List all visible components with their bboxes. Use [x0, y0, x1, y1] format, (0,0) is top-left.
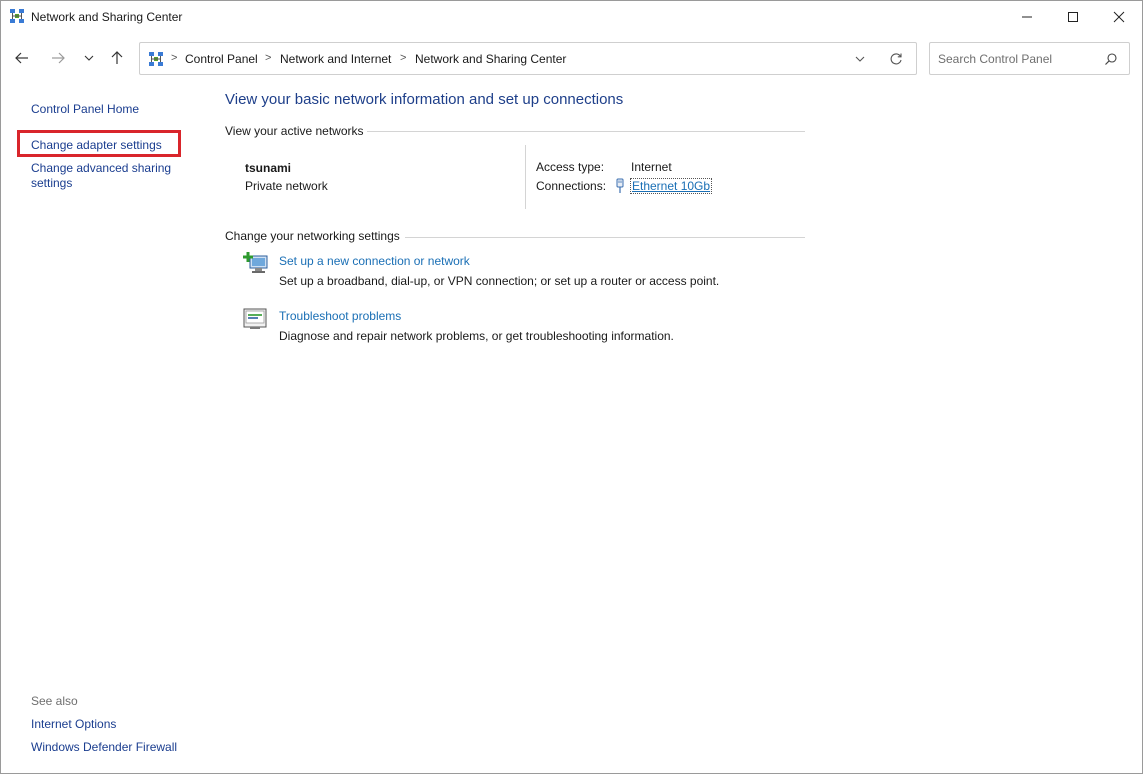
troubleshoot-problems-link[interactable]: Troubleshoot problems: [279, 309, 401, 323]
breadcrumb-separator[interactable]: >: [171, 52, 177, 64]
vertical-divider: [525, 145, 526, 209]
refresh-icon: [889, 52, 903, 66]
breadcrumb-network-and-sharing-center[interactable]: Network and Sharing Center: [415, 52, 566, 66]
refresh-button[interactable]: [886, 50, 906, 68]
minimize-button[interactable]: [1004, 1, 1050, 33]
ethernet-plug-icon: [614, 178, 626, 194]
network-name: tsunami: [245, 161, 291, 175]
chevron-down-icon: [855, 54, 865, 64]
breadcrumb-separator[interactable]: >: [400, 52, 406, 64]
change-settings-heading: Change your networking settings: [225, 229, 400, 243]
back-button[interactable]: [10, 45, 34, 71]
up-button[interactable]: [105, 45, 129, 71]
windows-defender-firewall-link[interactable]: Windows Defender Firewall: [31, 740, 177, 754]
network-center-icon: [10, 9, 24, 23]
setup-new-connection-description: Set up a broadband, dial-up, or VPN conn…: [279, 274, 719, 288]
search-input[interactable]: [938, 51, 1098, 67]
change-advanced-sharing-settings-link[interactable]: Change advanced sharing settings: [31, 161, 181, 191]
maximize-button[interactable]: [1050, 1, 1096, 33]
new-connection-icon: [243, 251, 269, 275]
setup-new-connection-link[interactable]: Set up a new connection or network: [279, 254, 470, 268]
address-bar[interactable]: > Control Panel > Network and Internet >…: [139, 42, 917, 75]
access-type-label: Access type:: [536, 160, 604, 174]
close-button[interactable]: [1096, 1, 1142, 33]
chevron-down-icon: [84, 53, 94, 63]
arrow-right-icon: [51, 51, 65, 65]
section-divider: [367, 131, 805, 132]
breadcrumb-separator[interactable]: >: [265, 52, 271, 64]
search-box[interactable]: [929, 42, 1130, 75]
breadcrumb-network-and-internet[interactable]: Network and Internet: [280, 52, 391, 66]
address-dropdown-button[interactable]: [850, 51, 870, 67]
see-also-label: See also: [31, 694, 78, 708]
control-panel-home-link[interactable]: Control Panel Home: [31, 102, 139, 116]
connections-label: Connections:: [536, 179, 606, 193]
page-title: View your basic network information and …: [225, 91, 623, 108]
troubleshoot-problems-description: Diagnose and repair network problems, or…: [279, 329, 674, 343]
recent-locations-button[interactable]: [77, 45, 101, 71]
section-divider: [405, 237, 805, 238]
network-center-icon: [149, 52, 163, 66]
forward-button[interactable]: [46, 45, 70, 71]
search-icon[interactable]: [1104, 52, 1118, 66]
minimize-icon: [1021, 11, 1033, 23]
network-type-link[interactable]: Private network: [245, 179, 328, 193]
window-title: Network and Sharing Center: [31, 10, 182, 24]
breadcrumb-control-panel[interactable]: Control Panel: [185, 52, 258, 66]
window: Network and Sharing Center: [0, 0, 1143, 774]
access-type-value: Internet: [631, 160, 672, 174]
arrow-left-icon: [15, 51, 29, 65]
internet-options-link[interactable]: Internet Options: [31, 717, 116, 731]
arrow-up-icon: [110, 51, 124, 65]
troubleshoot-icon: [243, 307, 269, 331]
change-adapter-settings-link[interactable]: Change adapter settings: [31, 138, 162, 152]
maximize-icon: [1067, 11, 1079, 23]
title-bar[interactable]: Network and Sharing Center: [1, 1, 1142, 33]
active-networks-heading: View your active networks: [225, 124, 364, 138]
close-icon: [1113, 11, 1125, 23]
ethernet-connection-link[interactable]: Ethernet 10Gb: [630, 178, 712, 194]
